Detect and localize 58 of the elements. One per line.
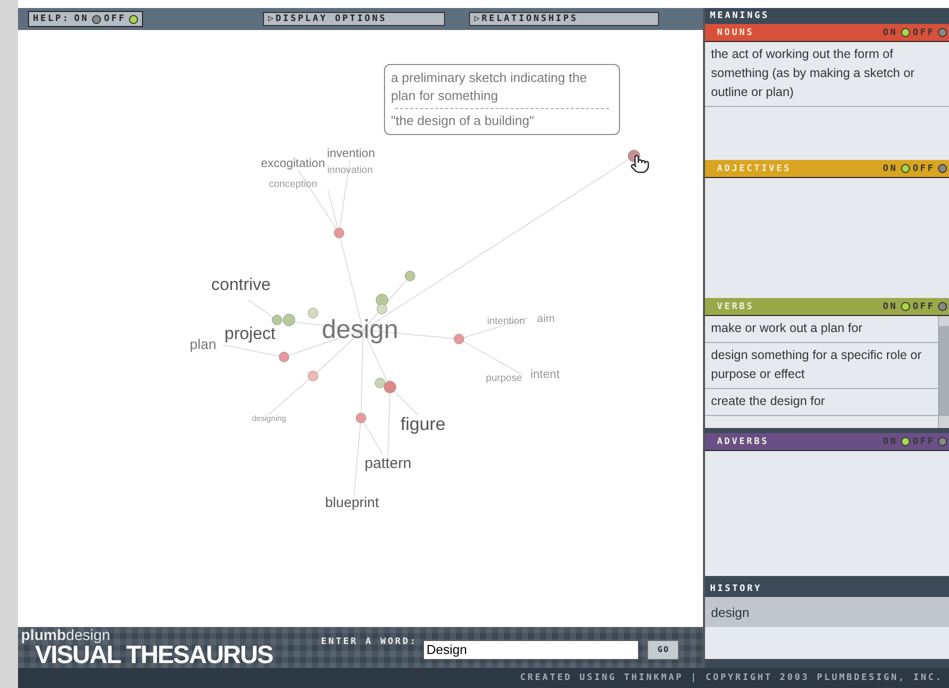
graph-node[interactable] xyxy=(404,270,416,282)
toggle-option[interactable]: OFF xyxy=(912,28,947,38)
history-item[interactable]: design xyxy=(705,597,949,627)
graph-node[interactable] xyxy=(278,352,290,362)
graph-node[interactable] xyxy=(334,228,344,238)
section-title: ADJECTIVES xyxy=(717,164,792,174)
scrollbar[interactable] xyxy=(938,316,949,428)
graph-word[interactable]: conception xyxy=(268,179,318,190)
meanings-title: MEANINGS xyxy=(710,11,770,21)
section-title: NOUNS xyxy=(717,28,754,38)
graph-word[interactable]: pattern xyxy=(364,455,412,472)
toggle-option[interactable]: ON xyxy=(882,164,910,174)
graph-node[interactable] xyxy=(376,304,388,314)
graph-word[interactable]: project xyxy=(224,324,276,343)
copyright-text: CREATED USING THINKMAP | COPYRIGHT 2003 PLUMBDESIGN, INC. xyxy=(520,673,943,683)
graph-word[interactable]: intention xyxy=(487,316,525,327)
history-title: HISTORY xyxy=(710,584,762,594)
hand-pointer-icon xyxy=(630,154,650,174)
display-options-button[interactable]: ▷DISPLAY OPTIONS xyxy=(263,12,446,26)
graph-node[interactable] xyxy=(272,314,282,326)
graph-word[interactable]: invention xyxy=(326,146,376,160)
graph-node[interactable] xyxy=(356,412,366,424)
graph-word[interactable]: intent xyxy=(530,367,560,381)
graph-word[interactable]: contrive xyxy=(211,275,271,294)
graph-node[interactable] xyxy=(282,314,296,326)
section-title: ADVERBS xyxy=(717,436,769,446)
toggle-option[interactable]: ON xyxy=(882,302,910,312)
graph-word[interactable]: aim xyxy=(537,313,555,325)
graph-node[interactable] xyxy=(454,334,464,344)
relationships-button[interactable]: ▷RELATIONSHIPS xyxy=(469,12,660,26)
graph-node[interactable] xyxy=(308,370,318,382)
toggle-option[interactable]: OFF xyxy=(912,302,947,312)
tooltip-example: "the design of a building" xyxy=(391,112,535,130)
toggle-option[interactable]: OFF xyxy=(104,14,138,24)
graph-word[interactable]: purpose xyxy=(486,373,522,384)
toggle-option[interactable]: ON xyxy=(882,28,910,38)
meaning-entry[interactable]: the act of working out the form of something (as by making a sketch or outline or plan) xyxy=(705,42,949,107)
word-input[interactable]: Design xyxy=(423,640,640,660)
graph-node[interactable] xyxy=(308,308,318,318)
graph-word[interactable]: designing xyxy=(252,414,286,423)
help-toggle[interactable]: HELP: ON OFF xyxy=(28,11,144,27)
graph-word[interactable]: design xyxy=(322,314,398,344)
logo-brand: plumbdesign xyxy=(21,628,112,642)
graph-node[interactable] xyxy=(374,378,386,388)
go-button[interactable]: GO xyxy=(647,640,680,660)
graph-node[interactable] xyxy=(376,294,388,306)
toggle-option[interactable]: OFF xyxy=(912,164,947,174)
word-label: ENTER A WORD: xyxy=(321,636,418,646)
tooltip-definition: a preliminary sketch indicating the plan for something xyxy=(391,69,588,105)
graph-word[interactable]: plan xyxy=(190,336,216,352)
section-title: VERBS xyxy=(717,302,754,312)
graph-node[interactable] xyxy=(384,380,396,394)
graph-word[interactable]: innovation xyxy=(327,165,373,176)
logo-title: VISUAL THESAURUS xyxy=(35,642,274,668)
graph-word[interactable]: excogitation xyxy=(260,156,326,170)
graph-word[interactable]: blueprint xyxy=(325,494,379,510)
toggle-option[interactable]: ON xyxy=(74,14,101,24)
graph-word[interactable]: figure xyxy=(400,414,446,434)
